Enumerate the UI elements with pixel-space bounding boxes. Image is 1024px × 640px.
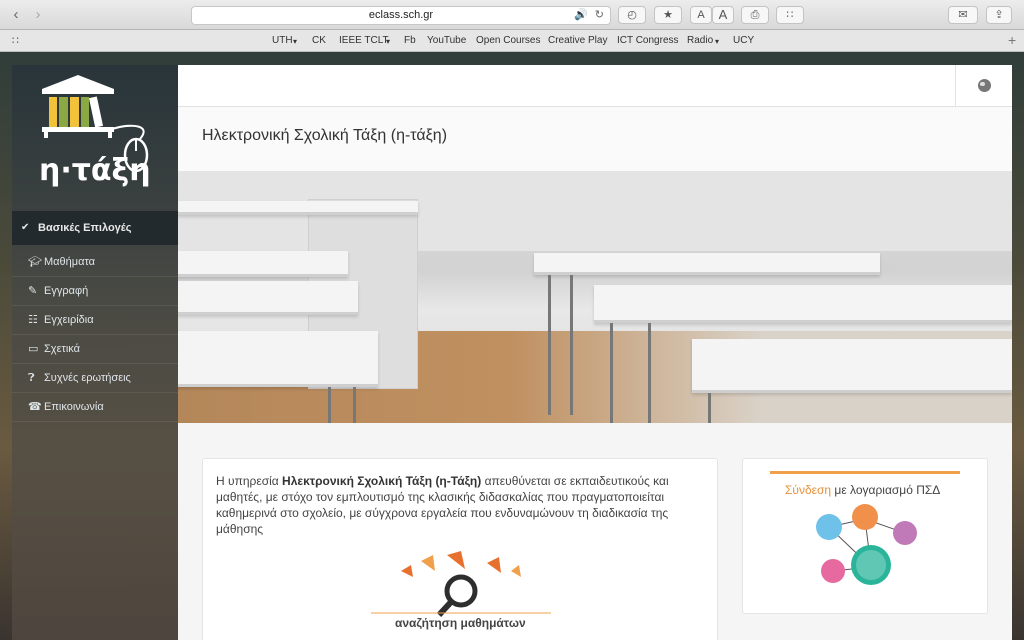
audio-icon[interactable]: 🔊 <box>574 7 588 24</box>
sidebar-item-contact[interactable]: ☎ Επικοινωνία <box>12 393 178 422</box>
url-text: eclass.sch.gr <box>368 9 434 21</box>
login-divider <box>770 471 960 474</box>
reload-icon[interactable]: ↻ <box>595 7 604 24</box>
sidebar-item-faq[interactable]: ❓︎ Συχνές ερωτήσεις <box>12 364 178 393</box>
login-text[interactable]: Σύνδεση με λογαριασμό ΠΣΔ <box>785 483 940 497</box>
chevron-down-icon: ▾ <box>715 37 720 46</box>
bookmark-open-courses[interactable]: Open Courses <box>476 35 540 46</box>
title-bar: Ηλεκτρονική Σχολική Τάξη (η-τάξη) <box>178 107 1012 171</box>
intro-text: Η υπηρεσία Ηλεκτρονική Σχολική Τάξη (η-Τ… <box>216 473 706 537</box>
logo-text: η·τάξη <box>39 153 151 188</box>
page-title: Ηλεκτρονική Σχολική Τάξη (η-τάξη) <box>202 127 448 144</box>
phone-icon: ☎ <box>28 401 42 413</box>
graduation-cap-icon: 🎓︎ <box>28 256 42 268</box>
mail-icon[interactable]: ✉ <box>948 6 978 24</box>
apps-grid-icon[interactable]: ∷ <box>12 34 19 47</box>
login-card: Σύνδεση με λογαριασμό ΠΣΔ <box>742 458 988 614</box>
chevron-down-icon: ✔ <box>21 222 30 233</box>
intro-prefix: Η υπηρεσία <box>216 474 283 488</box>
bookmark-ict-congress[interactable]: ICT Congress <box>617 35 679 46</box>
sidebar-item-about[interactable]: ▭ Σχετικά <box>12 335 178 364</box>
bookmark-ucy[interactable]: UCY <box>733 35 754 46</box>
back-icon[interactable]: ‹ <box>6 6 26 24</box>
sidebar-item-label: Σχετικά <box>44 343 80 355</box>
menu-section-title: Βασικές Επιλογές <box>38 222 132 234</box>
main-panel: Ηλεκτρονική Σχολική Τάξη (η-τάξη) Η υπηρ… <box>178 65 1012 640</box>
logo-books-icon <box>42 75 149 173</box>
network-users-icon <box>816 504 917 585</box>
bookmark-ieee-tclt[interactable]: IEEE TCLT <box>339 35 389 46</box>
login-rest: με λογαριασμό ΠΣΔ <box>831 483 941 497</box>
bookmark-star-icon[interactable]: ★ <box>654 6 682 24</box>
address-bar[interactable]: eclass.sch.gr 🔊 ↻ <box>191 6 611 25</box>
document-icon: ☷ <box>28 314 38 326</box>
top-bar <box>178 65 1012 107</box>
chevron-down-icon: ▾ <box>293 37 298 46</box>
globe-icon <box>978 79 991 92</box>
language-button[interactable] <box>955 65 1012 107</box>
print-icon[interactable]: ⎙ <box>741 6 769 24</box>
add-tab-icon[interactable]: + <box>1008 32 1016 48</box>
bookmark-fb[interactable]: Fb <box>404 35 416 46</box>
intro-card: Η υπηρεσία Ηλεκτρονική Σχολική Τάξη (η-Τ… <box>202 458 718 640</box>
forward-icon[interactable]: › <box>28 6 48 24</box>
hero-image-classroom <box>178 171 1012 423</box>
edit-icon: ✎ <box>28 285 38 297</box>
bookmark-youtube[interactable]: YouTube <box>427 35 466 46</box>
intro-bold: Ηλεκτρονική Σχολική Τάξη (η-Τάξη) <box>282 474 482 488</box>
sidebar-item-manuals[interactable]: ☷ Εγχειρίδια <box>12 306 178 335</box>
sidebar-item-label: Συχνές ερωτήσεις <box>44 372 131 384</box>
sidebar-item-label: Μαθήματα <box>44 256 96 268</box>
credit-card-icon: ▭ <box>28 343 39 355</box>
text-smaller-icon[interactable]: A <box>690 6 712 24</box>
sidebar-item-register[interactable]: ✎ Εγγραφή <box>12 277 178 306</box>
sidebar-item-label: Επικοινωνία <box>44 401 104 413</box>
chevron-down-icon: ▾ <box>386 37 391 46</box>
bookmarks-bar: ∷ UTH ▾ CK IEEE TCLT ▾ Fb YouTube Open C… <box>0 30 1024 52</box>
history-icon[interactable]: ◴ <box>618 6 646 24</box>
question-icon: ❓︎ <box>28 372 35 384</box>
login-link[interactable]: Σύνδεση <box>785 483 831 497</box>
sidebar-item-label: Εγχειρίδια <box>44 314 94 326</box>
browser-toolbar: ‹ › eclass.sch.gr 🔊 ↻ ◴ ★ A A ⎙ ∷ ✉ ⇪ <box>0 0 1024 30</box>
bookmark-radio[interactable]: Radio <box>687 35 713 46</box>
menu-section-header[interactable]: ✔ Βασικές Επιλογές <box>12 211 178 245</box>
text-larger-icon[interactable]: A <box>712 6 734 24</box>
grid-icon[interactable]: ∷ <box>776 6 804 24</box>
bookmark-ck[interactable]: CK <box>312 35 326 46</box>
sidebar-item-courses[interactable]: 🎓︎ Μαθήματα <box>12 248 178 277</box>
bookmark-uth[interactable]: UTH <box>272 35 293 46</box>
sidebar: η·τάξη ✔ Βασικές Επιλογές 🎓︎ Μαθήματα ✎ … <box>12 65 178 640</box>
bookmark-creative-play[interactable]: Creative Play <box>548 35 607 46</box>
logo[interactable]: η·τάξη <box>12 65 178 211</box>
sidebar-item-label: Εγγραφή <box>44 285 89 297</box>
search-courses-label[interactable]: αναζήτηση μαθημάτων <box>395 616 526 630</box>
share-icon[interactable]: ⇪ <box>986 6 1012 24</box>
